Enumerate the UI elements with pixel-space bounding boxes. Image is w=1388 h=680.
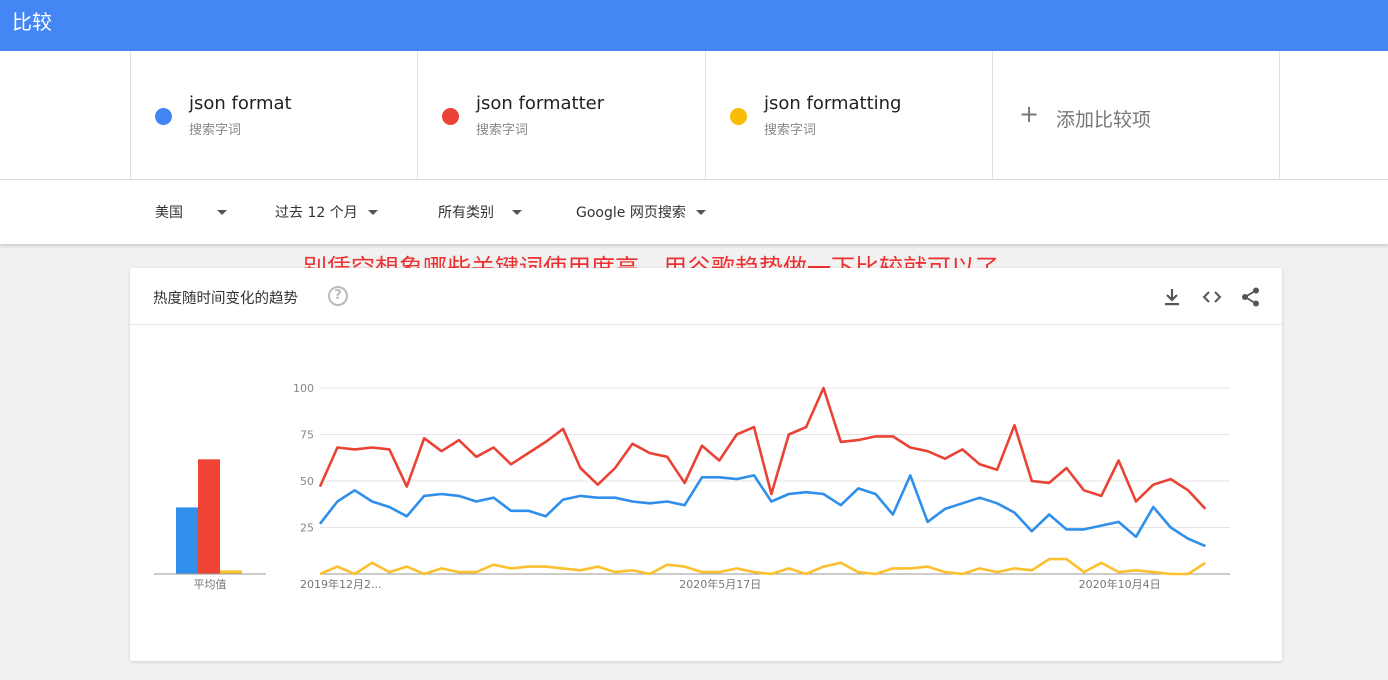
embed-icon[interactable] [1201, 286, 1223, 308]
compare-terms-bar: json format 搜索字词 json formatter 搜索字词 jso… [0, 51, 1388, 180]
help-icon[interactable]: ? [328, 286, 348, 306]
category-value: 所有类别 [438, 205, 494, 221]
series-line-json-format [318, 474, 1206, 548]
average-bar-chart: 平均值 [154, 459, 266, 591]
chevron-down-icon [367, 209, 378, 215]
y-tick-label: 100 [293, 382, 314, 395]
add-comparison-label: 添加比较项 [1056, 109, 1152, 131]
series-color-dot [442, 108, 459, 125]
chevron-down-icon [512, 209, 522, 215]
y-tick-label: 50 [300, 475, 314, 488]
card-title: 热度随时间变化的趋势 [153, 291, 298, 307]
term-type: 搜索字词 [189, 123, 242, 138]
chevron-down-icon [217, 209, 227, 215]
download-icon[interactable] [1161, 286, 1183, 308]
x-tick-label: 2020年5月17日 [679, 577, 761, 591]
region-value: 美国 [155, 205, 183, 221]
term-card-json-formatting[interactable]: json formatting 搜索字词 [705, 51, 993, 180]
avg-bar-json-formatting [220, 570, 242, 574]
term-type: 搜索字词 [764, 123, 817, 138]
term-name[interactable]: json format [189, 93, 292, 114]
term-card-json-format[interactable]: json format 搜索字词 [130, 51, 418, 180]
x-tick-label: 2019年12月2... [300, 577, 381, 591]
term-type: 搜索字词 [476, 123, 529, 138]
term-card-json-formatter[interactable]: json formatter 搜索字词 [417, 51, 705, 180]
series-color-dot [155, 108, 172, 125]
avg-bar-json-formatter [198, 459, 220, 574]
avg-bar-json-format [176, 507, 198, 574]
x-tick-label: 2020年10月4日 [1079, 577, 1161, 591]
share-icon[interactable] [1240, 286, 1262, 308]
avg-axis-label: 平均值 [194, 578, 227, 591]
time-range-value: 过去 12 个月 [275, 205, 358, 221]
series-line-json-formatting [319, 557, 1207, 576]
region-dropdown[interactable]: 美国 [155, 202, 227, 222]
filter-bar: 美国 过去 12 个月 所有类别 Google 网页搜索 [0, 180, 1388, 244]
search-type-dropdown[interactable]: Google 网页搜索 [576, 202, 706, 222]
search-type-value: Google 网页搜索 [576, 205, 686, 221]
page-title: 比较 [12, 10, 52, 34]
chevron-down-icon [695, 209, 706, 215]
app-header: 比较 [0, 0, 1388, 51]
term-name[interactable]: json formatter [476, 93, 604, 114]
interest-line-chart: 25 50 75 100 2019年12月2... 2020年5月17日 2020年10月… [293, 382, 1230, 591]
y-tick-label: 75 [300, 429, 314, 442]
plus-icon: + [1019, 100, 1040, 128]
term-name[interactable]: json formatting [764, 93, 901, 114]
time-range-dropdown[interactable]: 过去 12 个月 [275, 202, 378, 222]
card-header: 热度随时间变化的趋势 ? [130, 268, 1282, 325]
series-color-dot [730, 108, 747, 125]
y-tick-label: 25 [300, 522, 314, 535]
add-comparison-button[interactable]: + 添加比较项 [992, 51, 1280, 180]
interest-over-time-card: 热度随时间变化的趋势 ? 平均值 25 50 75 100 2019年12月2... 2… [130, 268, 1282, 661]
category-dropdown[interactable]: 所有类别 [438, 202, 522, 222]
